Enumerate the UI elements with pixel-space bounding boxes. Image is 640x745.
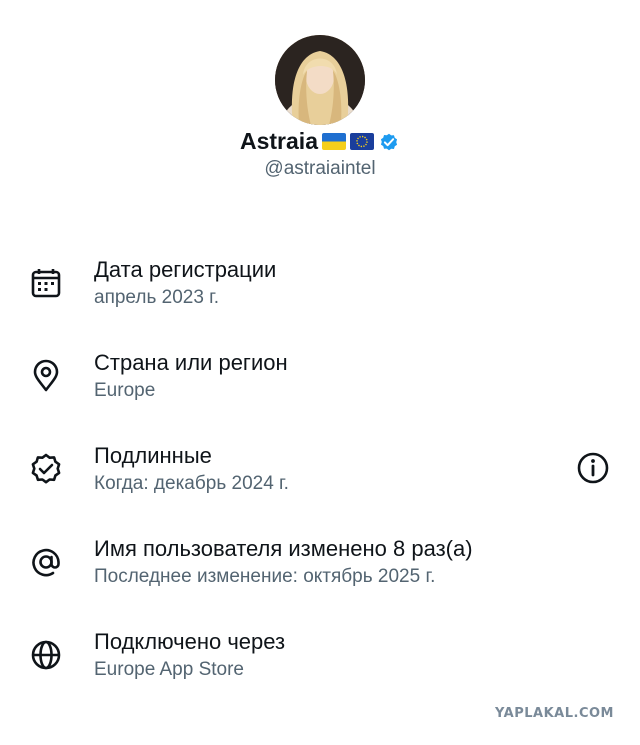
row-subtitle: Последнее изменение: октябрь 2025 г.	[94, 566, 436, 587]
list-item-registration-date: Дата регистрации апрель 2023 г.	[0, 245, 640, 338]
list-item-username-changes: Имя пользователя изменено 8 раз(а) После…	[0, 524, 640, 617]
calendar-icon	[28, 265, 64, 301]
globe-icon	[28, 637, 64, 673]
row-title: Дата регистрации	[94, 257, 277, 282]
location-pin-icon	[28, 358, 64, 394]
display-name: Astraia	[240, 128, 318, 154]
row-title: Подключено через	[94, 629, 286, 654]
list-item-authentic: Подлинные Когда: декабрь 2024 г.	[0, 431, 640, 524]
row-subtitle: Europe	[94, 380, 156, 401]
row-title: Страна или регион	[94, 350, 288, 375]
list-item-connected-via: Подключено через Europe App Store	[0, 617, 640, 710]
info-icon[interactable]	[575, 450, 611, 486]
row-title: Подлинные	[94, 443, 212, 468]
flag-ukraine-icon	[321, 133, 346, 150]
verified-outline-icon	[28, 451, 64, 487]
user-handle: @astraiaintel	[264, 158, 376, 179]
row-subtitle: Europe App Store	[94, 659, 244, 680]
row-subtitle: Когда: декабрь 2024 г.	[94, 473, 289, 494]
row-subtitle: апрель 2023 г.	[94, 287, 220, 308]
at-sign-icon	[28, 544, 64, 580]
list-item-country-region: Страна или регион Europe	[0, 338, 640, 431]
name-row: Astraia	[0, 128, 640, 155]
account-info-list: Дата регистрации апрель 2023 г. Страна и…	[0, 245, 640, 710]
verified-badge-icon[interactable]	[378, 131, 400, 153]
watermark: YAPLAKAL.COM	[495, 706, 614, 721]
row-title: Имя пользователя изменено 8 раз(а)	[94, 536, 473, 561]
avatar[interactable]	[275, 35, 365, 125]
flag-eu-icon	[349, 133, 374, 150]
